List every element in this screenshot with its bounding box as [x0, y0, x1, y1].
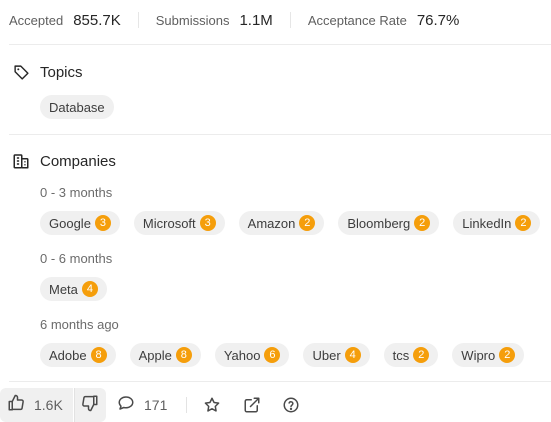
company-name: Amazon — [247, 215, 296, 231]
submissions-value: 1.1M — [239, 11, 273, 29]
accepted-label: Accepted — [9, 12, 64, 28]
comment-icon — [117, 394, 135, 417]
company-chip[interactable]: Microsoft 3 — [133, 211, 225, 235]
company-name: Google — [49, 215, 91, 231]
company-chip[interactable]: Adobe 8 — [40, 343, 116, 367]
company-name: Apple — [138, 347, 172, 363]
company-chip[interactable]: Meta 4 — [40, 277, 107, 301]
company-count-badge: 8 — [175, 347, 192, 363]
dislike-button[interactable] — [73, 388, 106, 422]
company-chip[interactable]: LinkedIn 2 — [453, 211, 541, 235]
comments-button[interactable]: 171 — [117, 388, 167, 422]
acceptance-rate-stat: Acceptance Rate 76.7% — [308, 12, 460, 29]
company-chip-list: Meta 4 — [40, 277, 121, 301]
company-name: Meta — [49, 281, 78, 297]
acceptance-rate-label: Acceptance Rate — [307, 12, 407, 28]
company-count-badge: 3 — [94, 215, 111, 231]
topics-tag-list: Database — [40, 95, 128, 119]
company-name: Wipro — [461, 347, 496, 363]
like-button[interactable]: 1.6K — [0, 388, 73, 422]
like-count: 1.6K — [34, 397, 63, 413]
company-name: LinkedIn — [462, 215, 512, 231]
submissions-stat: Submissions 1.1M — [156, 12, 273, 29]
company-chip[interactable]: Uber 4 — [303, 343, 370, 367]
stat-divider — [289, 12, 291, 28]
company-count-badge: 6 — [264, 347, 281, 363]
company-chip-list: Adobe 8 Apple 8 Yahoo 6 Uber 4 tcs 2 Wipro 2 — [40, 343, 525, 367]
thumbs-down-icon — [81, 394, 99, 417]
accepted-stat: Accepted 855.7K — [9, 12, 121, 29]
tag-icon — [12, 63, 30, 81]
company-count-badge: 2 — [499, 347, 516, 363]
stat-divider — [137, 12, 139, 28]
vote-group: 1.6K — [0, 388, 106, 422]
company-chip[interactable]: Google 3 — [40, 211, 120, 235]
company-count-badge: 4 — [344, 347, 361, 363]
external-link-icon[interactable] — [243, 396, 261, 414]
section-divider — [9, 44, 551, 45]
company-count-badge: 4 — [81, 281, 98, 297]
company-chip[interactable]: Apple 8 — [129, 343, 201, 367]
toolbar-divider — [186, 397, 187, 413]
company-count-badge: 2 — [299, 215, 316, 231]
comment-count: 171 — [144, 397, 168, 413]
building-icon — [12, 152, 30, 170]
topic-tag[interactable]: Database — [40, 95, 114, 119]
period-label: 0 - 6 months — [40, 251, 113, 266]
period-label: 0 - 3 months — [40, 185, 113, 200]
topics-title: Topics — [40, 63, 83, 81]
company-name: Yahoo — [223, 347, 261, 363]
company-chip[interactable]: Yahoo 6 — [214, 343, 290, 367]
stats-row: Accepted 855.7K Submissions 1.1M Accepta… — [9, 9, 459, 31]
accepted-value: 855.7K — [73, 11, 121, 29]
section-divider — [9, 381, 551, 382]
company-name: tcs — [392, 347, 410, 363]
company-count-badge: 2 — [515, 215, 532, 231]
company-count-badge: 3 — [199, 215, 216, 231]
company-chip[interactable]: tcs 2 — [383, 343, 439, 367]
company-count-badge: 8 — [90, 347, 107, 363]
company-count-badge: 2 — [414, 215, 431, 231]
submissions-label: Submissions — [155, 12, 230, 28]
section-divider — [9, 134, 551, 135]
topic-tag-label: Database — [49, 99, 105, 115]
company-chip[interactable]: Bloomberg 2 — [338, 211, 440, 235]
thumbs-up-icon — [7, 394, 25, 417]
company-chip-list: Google 3 Microsoft 3 Amazon 2 Bloomberg 2 Li… — [40, 211, 541, 235]
company-chip[interactable]: Wipro 2 — [452, 343, 525, 367]
topics-header[interactable]: Topics — [12, 63, 83, 81]
company-chip[interactable]: Amazon 2 — [238, 211, 325, 235]
acceptance-rate-value: 76.7% — [416, 11, 460, 29]
help-icon[interactable] — [282, 396, 300, 414]
star-icon[interactable] — [203, 396, 221, 414]
period-label: 6 months ago — [40, 317, 119, 332]
company-count-badge: 2 — [413, 347, 430, 363]
companies-header[interactable]: Companies — [12, 152, 116, 170]
bottom-toolbar: 1.6K 171 — [0, 388, 551, 422]
company-name: Uber — [312, 347, 341, 363]
company-name: Bloomberg — [347, 215, 411, 231]
company-name: Adobe — [49, 347, 87, 363]
company-name: Microsoft — [142, 215, 196, 231]
companies-title: Companies — [40, 152, 116, 170]
